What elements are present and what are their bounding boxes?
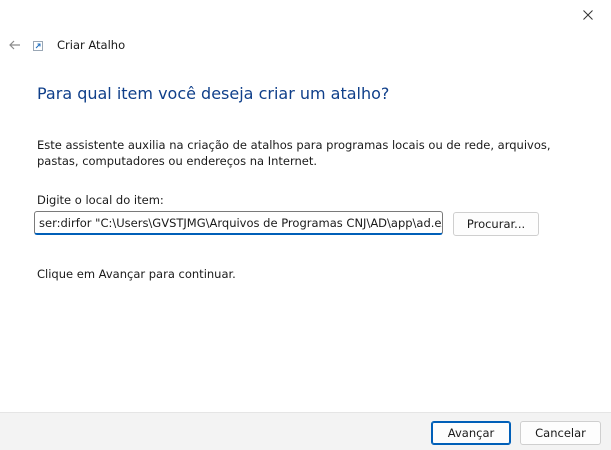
window-title: Criar Atalho bbox=[57, 38, 126, 52]
page-heading: Para qual item você deseja criar um atal… bbox=[37, 84, 390, 103]
cancel-button[interactable]: Cancelar bbox=[520, 421, 601, 445]
back-button[interactable] bbox=[4, 34, 26, 56]
close-button[interactable] bbox=[565, 0, 611, 30]
next-button[interactable]: Avançar bbox=[431, 421, 511, 445]
location-input-value: ser:dirfor "C:\Users\GVSTJMG\Arquivos de… bbox=[39, 215, 443, 230]
arrow-left-icon bbox=[9, 40, 20, 50]
location-label: Digite o local do item: bbox=[37, 193, 164, 207]
continue-hint: Clique em Avançar para continuar. bbox=[37, 267, 236, 281]
browse-button[interactable]: Procurar... bbox=[453, 212, 539, 236]
description-text: Este assistente auxilia na criação de at… bbox=[37, 138, 551, 168]
shortcut-icon bbox=[33, 41, 43, 51]
location-input[interactable]: ser:dirfor "C:\Users\GVSTJMG\Arquivos de… bbox=[34, 211, 443, 235]
close-icon bbox=[583, 10, 593, 20]
